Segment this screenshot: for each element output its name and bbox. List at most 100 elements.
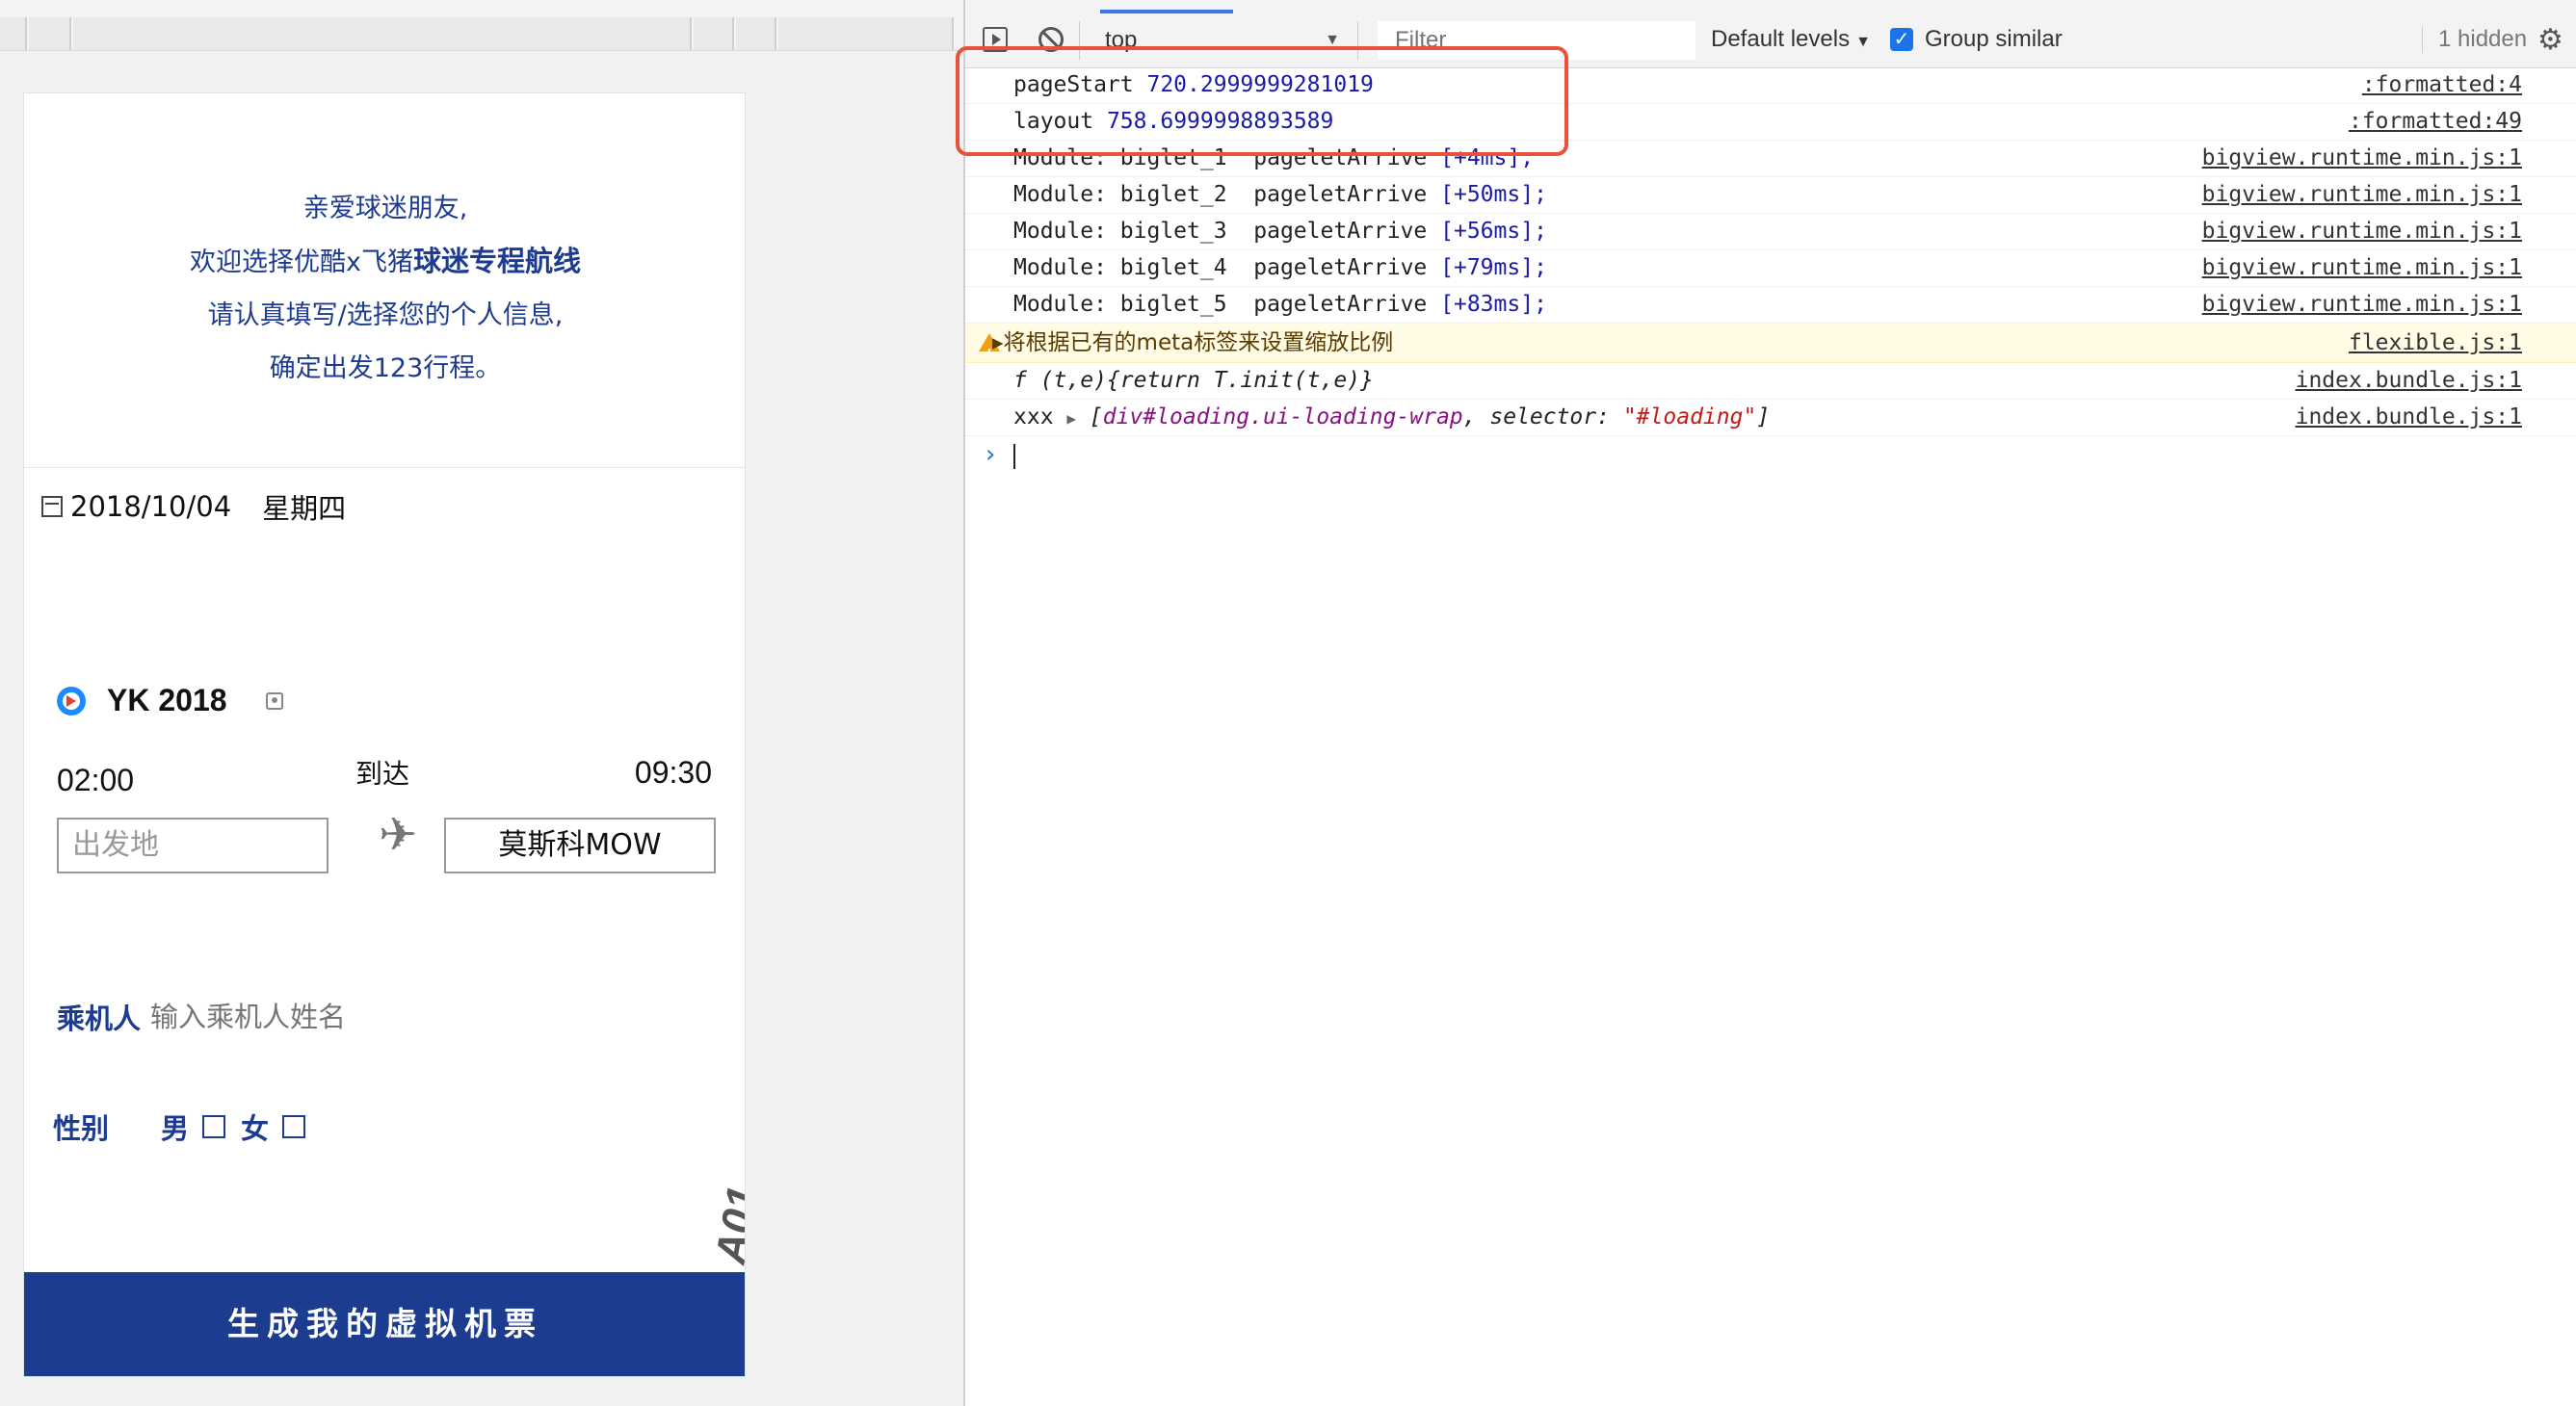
console-message: Module: biglet_4 pageletArrive [+79ms]; …	[965, 250, 2576, 287]
log-label: pageStart	[1013, 72, 1134, 97]
group-similar-label: Group similar	[1925, 26, 2063, 52]
module-time: [+56ms];	[1440, 219, 1547, 244]
airline-logo-icon	[57, 686, 86, 716]
greeting-line-prefix: 欢迎选择优酷x飞猪	[190, 247, 413, 277]
group-similar-checkbox[interactable]: ✓	[1890, 28, 1913, 51]
warning-text[interactable]: 将根据已有的meta标签来设置缩放比例	[1004, 330, 1394, 355]
group-similar-toggle[interactable]: ✓ Group similar	[1890, 26, 2063, 53]
toolbar-segment	[694, 17, 734, 50]
toolbar-segment	[0, 17, 27, 50]
passenger-name-input[interactable]	[150, 1001, 537, 1033]
levels-label: Default levels	[1711, 26, 1851, 52]
source-link[interactable]: :formatted:49	[2349, 104, 2522, 140]
expand-triangle-icon[interactable]: ▶	[1066, 409, 1076, 428]
preview-toolbar	[0, 0, 963, 51]
flight-row: YK 2018	[57, 683, 283, 718]
caret-down-icon: ▼	[1325, 32, 1340, 48]
module-event: pageletArrive	[1253, 255, 1428, 280]
gender-option-female[interactable]: 女	[241, 1107, 306, 1147]
flight-number: YK 2018	[107, 683, 227, 717]
seat-number: A01	[706, 1182, 746, 1267]
badge-icon	[265, 691, 283, 710]
devtools-tabs	[965, 0, 2576, 13]
gender-male-label: 男	[161, 1112, 190, 1145]
module-event: pageletArrive	[1253, 182, 1428, 207]
module-event: pageletArrive	[1253, 145, 1428, 170]
date-row[interactable]: 2018/10/04 星期四	[41, 486, 346, 527]
toolbar-segment	[736, 17, 776, 50]
console-prompt[interactable]: ›	[965, 436, 2576, 475]
module-time: [+4ms];	[1440, 145, 1535, 170]
greeting-line: 请认真填写/选择您的个人信息,	[207, 300, 564, 330]
console-message: f (t,e){return T.init(t,e)} index.bundle…	[965, 363, 2576, 400]
object-selector: "#loading"	[1622, 404, 1757, 430]
source-link[interactable]: bigview.runtime.min.js:1	[2202, 287, 2522, 323]
source-link[interactable]: flexible.js:1	[2349, 324, 2522, 362]
gender-option-male[interactable]: 男	[161, 1107, 226, 1147]
console-message: Module: biglet_2 pageletArrive [+50ms]; …	[965, 177, 2576, 214]
departure-time: 02:00	[57, 763, 135, 797]
devtools-console: top ▼ Default levels▼ ✓ Group similar 1 …	[963, 0, 2576, 1406]
source-link[interactable]: bigview.runtime.min.js:1	[2202, 250, 2522, 286]
greeting-highlight: 球迷专程航线	[412, 245, 581, 277]
female-checkbox[interactable]	[282, 1115, 306, 1138]
gender-label: 性别	[53, 1112, 110, 1145]
airplane-icon: ✈	[379, 810, 418, 861]
log-label: xxx	[1013, 404, 1054, 430]
source-link[interactable]: index.bundle.js:1	[2296, 400, 2522, 435]
source-link[interactable]: bigview.runtime.min.js:1	[2202, 141, 2522, 176]
arrive-label: 到达	[355, 758, 410, 790]
passenger-label: 乘机人	[57, 1002, 142, 1035]
object-class: .ui-loading-wrap	[1249, 404, 1463, 430]
module-name: Module: biglet_5	[1013, 292, 1227, 317]
object-bracket: ]	[1756, 404, 1771, 430]
module-event: pageletArrive	[1253, 292, 1428, 317]
generate-ticket-button[interactable]: 生成我的虚拟机票	[24, 1272, 745, 1376]
module-time: [+79ms];	[1440, 255, 1547, 280]
console-message: layout 758.6999998893589 :formatted:49	[965, 104, 2576, 141]
console-message: xxx ▶ [div#loading.ui-loading-wrap, sele…	[965, 400, 2576, 436]
log-label: layout	[1013, 109, 1094, 134]
origin-field[interactable]: 出发地	[57, 818, 329, 873]
toolbar-segment	[778, 17, 954, 50]
function-output[interactable]: f (t,e){return T.init(t,e)}	[1013, 363, 1374, 399]
source-link[interactable]: bigview.runtime.min.js:1	[2202, 214, 2522, 249]
object-preview[interactable]: [div#loading.ui-loading-wrap, selector: …	[1090, 404, 1770, 430]
male-checkbox[interactable]	[202, 1115, 226, 1138]
arrival-time: 09:30	[634, 755, 712, 790]
clear-console-icon[interactable]	[1038, 27, 1064, 52]
console-message: Module: biglet_5 pageletArrive [+83ms]; …	[965, 287, 2576, 324]
console-message: Module: biglet_1 pageletArrive [+4ms]; b…	[965, 141, 2576, 177]
flight-date: 2018/10/04	[70, 490, 232, 523]
module-name: Module: biglet_3	[1013, 219, 1227, 244]
gear-icon[interactable]: ⚙	[2537, 23, 2563, 57]
console-warning: ▸将根据已有的meta标签来设置缩放比例 flexible.js:1	[965, 324, 2576, 375]
passenger-row: 乘机人	[57, 997, 537, 1037]
show-sidebar-icon[interactable]	[983, 27, 1008, 52]
source-link[interactable]: :formatted:4	[2362, 67, 2522, 103]
hidden-count: 1 hidden	[2422, 26, 2527, 53]
greeting-text: 亲爱球迷朋友, 欢迎选择优酷x飞猪球迷专程航线 请认真填写/选择您的个人信息, …	[24, 182, 745, 395]
page-preview: 亲爱球迷朋友, 欢迎选择优酷x飞猪球迷专程航线 请认真填写/选择您的个人信息, …	[0, 0, 963, 1406]
module-name: Module: biglet_2	[1013, 182, 1227, 207]
console-messages: pageStart 720.2999999281019 :formatted:4…	[965, 67, 2576, 475]
context-value: top	[1105, 27, 1138, 53]
module-name: Module: biglet_4	[1013, 255, 1227, 280]
console-message: pageStart 720.2999999281019 :formatted:4	[965, 67, 2576, 104]
source-link[interactable]: index.bundle.js:1	[2296, 363, 2522, 399]
module-time: [+83ms];	[1440, 292, 1547, 317]
calendar-icon	[41, 496, 63, 517]
greeting-line: 确定出发123行程。	[269, 353, 502, 383]
filter-input[interactable]	[1378, 21, 1695, 60]
prompt-chevron-icon: ›	[983, 440, 998, 469]
module-time: [+50ms];	[1440, 182, 1547, 207]
mobile-page: 亲爱球迷朋友, 欢迎选择优酷x飞猪球迷专程航线 请认真填写/选择您的个人信息, …	[23, 92, 746, 1377]
context-select[interactable]: top ▼	[1079, 21, 1358, 60]
console-toolbar: top ▼ Default levels▼ ✓ Group similar 1 …	[965, 13, 2576, 68]
toolbar-segment	[29, 17, 71, 50]
source-link[interactable]: bigview.runtime.min.js:1	[2202, 177, 2522, 213]
console-message: Module: biglet_3 pageletArrive [+56ms]; …	[965, 214, 2576, 250]
log-levels-dropdown[interactable]: Default levels ▼	[1711, 26, 1871, 53]
text-cursor	[1013, 444, 1015, 469]
destination-field[interactable]: 莫斯科MOW	[444, 818, 716, 873]
